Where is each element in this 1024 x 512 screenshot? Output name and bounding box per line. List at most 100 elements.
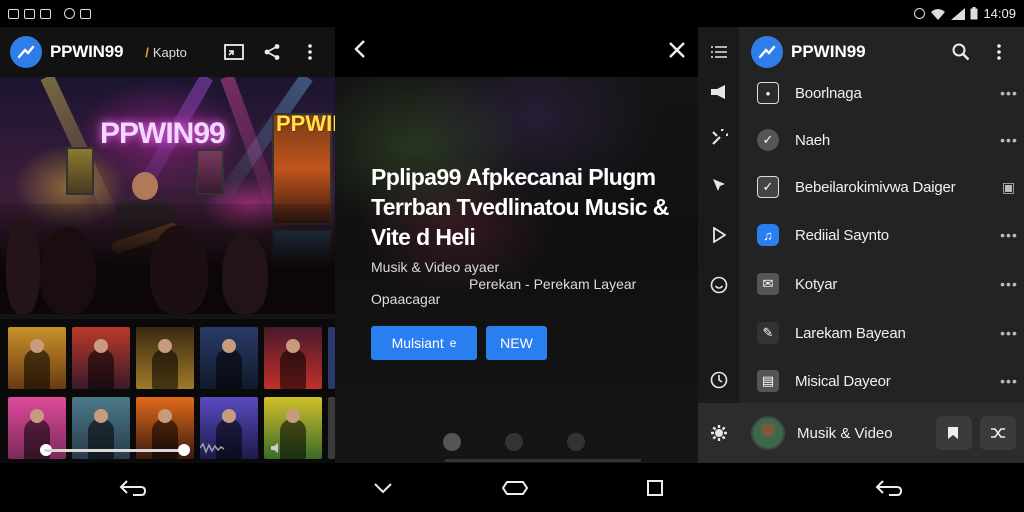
close-icon[interactable] xyxy=(668,39,686,65)
pencil-icon: ✎ xyxy=(757,322,779,344)
primary-action-icon: e xyxy=(449,336,457,350)
menu-item[interactable]: ✉ Kotyar ••• xyxy=(739,262,1024,306)
menu-item[interactable]: • Boorlnaga ••• xyxy=(739,71,1024,115)
volume-icon[interactable] xyxy=(270,442,284,456)
poster-image xyxy=(196,149,224,195)
menu-item-label: Bebeilarokimivwa Daiger xyxy=(795,178,956,196)
menu-item[interactable]: ✓ Bebeilarokimivwa Daiger ▣ xyxy=(739,165,1024,209)
poster-image xyxy=(66,147,94,195)
more-vert-icon[interactable] xyxy=(984,37,1014,67)
left-app-bar: PPWIN99 /Kapto xyxy=(0,27,335,77)
item-more-icon[interactable]: ••• xyxy=(994,276,1024,292)
item-more-icon[interactable]: ••• xyxy=(994,132,1024,148)
promo-meta: Opaacagar xyxy=(371,291,441,307)
primary-action-label: Mulsiant xyxy=(391,335,444,351)
menu-item[interactable]: ▤ Misical Dayeor ••• xyxy=(739,359,1024,403)
now-playing-footer[interactable]: Musik & Video xyxy=(739,403,1024,463)
back-nav-icon[interactable] xyxy=(872,475,906,501)
crowd-head xyxy=(40,227,96,314)
megaphone-icon[interactable] xyxy=(706,79,732,105)
rail-settings-area xyxy=(698,403,739,463)
poster-text: PPWING xyxy=(276,111,335,136)
settings-icon[interactable] xyxy=(706,420,732,446)
battery-icon xyxy=(970,7,978,20)
menu-item[interactable]: ♫ Rediial Saynto ••• xyxy=(739,213,1024,257)
seek-end-knob[interactable] xyxy=(178,444,190,456)
menu-icon[interactable] xyxy=(706,39,732,65)
cursor-icon[interactable] xyxy=(706,172,732,198)
mini-player xyxy=(30,439,330,461)
shuffle-icon[interactable] xyxy=(980,416,1016,450)
add-to-playlist-icon[interactable] xyxy=(936,416,972,450)
menu-item[interactable]: ✎ Larekam Bayean ••• xyxy=(739,311,1024,355)
right-app-bar: PPWIN99 xyxy=(739,27,1024,77)
tools-icon[interactable] xyxy=(706,125,732,151)
status-time: 14:09 xyxy=(983,6,1016,21)
thumbnail[interactable] xyxy=(72,327,130,389)
cast-icon[interactable] xyxy=(219,37,249,67)
thumbnail[interactable] xyxy=(8,327,66,389)
wifi-icon xyxy=(931,8,946,20)
navigation-rail xyxy=(698,27,739,463)
news-icon: ▤ xyxy=(757,370,779,392)
thumbnail[interactable] xyxy=(264,327,322,389)
page-dot[interactable] xyxy=(567,433,585,451)
thumbnail[interactable] xyxy=(328,327,335,389)
back-icon[interactable] xyxy=(353,39,367,65)
system-navigation-bar xyxy=(0,463,1024,512)
headline-line: Pplipa99 Afpkecanai Plugm xyxy=(371,164,656,190)
status-right-icons: 14:09 xyxy=(914,6,1016,21)
menu-item-label: Boorlnaga xyxy=(795,84,862,102)
bookmark-icon: • xyxy=(757,82,779,104)
primary-action-button[interactable]: Mulsiant e xyxy=(371,326,477,360)
app-subtitle-text: Kapto xyxy=(152,44,187,60)
item-more-icon[interactable]: ••• xyxy=(994,85,1024,101)
music-note-icon: ♫ xyxy=(757,224,779,246)
new-button[interactable]: NEW xyxy=(486,326,547,360)
divider xyxy=(445,459,641,462)
home-nav-icon[interactable] xyxy=(498,475,532,501)
back-nav-icon[interactable] xyxy=(116,475,150,501)
screen: 14:09 PPWIN99 /Kapto PPWIN99 PPWI Pplipa… xyxy=(0,0,1024,512)
promo-headline: Pplipa99 Afpkecanai Plugm Terrban Tvedli… xyxy=(371,162,681,252)
page-dot[interactable] xyxy=(505,433,523,451)
menu-item-label: Naeh xyxy=(795,131,831,149)
emoji-icon[interactable] xyxy=(706,272,732,298)
thumbnail[interactable] xyxy=(200,327,258,389)
clock-icon[interactable] xyxy=(706,367,732,393)
crowd-head xyxy=(222,233,268,314)
item-options-icon[interactable]: ▣ xyxy=(994,179,1024,196)
seek-track[interactable] xyxy=(44,449,184,452)
play-icon[interactable] xyxy=(706,222,732,248)
item-more-icon[interactable]: ••• xyxy=(994,325,1024,341)
check-icon: ✓ xyxy=(757,129,779,151)
stage-sign-text: PPWIN99 xyxy=(100,117,226,150)
hide-keyboard-icon[interactable] xyxy=(366,475,400,501)
app-title: PPWIN99 xyxy=(50,42,124,61)
avatar xyxy=(751,416,785,450)
app-title: PPWIN99 xyxy=(791,42,866,61)
headline-line: Terrban Tvedlinatou Music & xyxy=(371,194,669,220)
status-left-icons xyxy=(8,8,91,19)
status-bar: 14:09 xyxy=(0,0,1024,27)
promo-meta: Perekan - Perekam Layear xyxy=(469,276,637,292)
crowd-head xyxy=(6,217,40,314)
concert-hero-image: PPWIN99 PPWING xyxy=(0,77,335,314)
item-more-icon[interactable]: ••• xyxy=(994,227,1024,243)
app-subtitle: / Kapto xyxy=(145,44,187,60)
right-panel: PPWIN99 • Boorlnaga ••• ✓ Naeh ••• ✓ Beb… xyxy=(698,27,1024,463)
middle-panel: Pplipa99 Afpkecanai Plugm Terrban Tvedli… xyxy=(335,27,698,463)
notification-icon xyxy=(8,8,19,19)
search-icon[interactable] xyxy=(946,37,976,67)
notification-icon xyxy=(80,8,91,19)
app-logo-icon xyxy=(751,36,783,68)
item-more-icon[interactable]: ••• xyxy=(994,373,1024,389)
mail-icon: ✉ xyxy=(757,273,779,295)
share-icon[interactable] xyxy=(257,37,287,67)
alarm-icon xyxy=(914,8,926,19)
menu-item[interactable]: ✓ Naeh ••• xyxy=(739,118,1024,162)
thumbnail[interactable] xyxy=(136,327,194,389)
page-dot[interactable] xyxy=(443,433,461,451)
recents-nav-icon[interactable] xyxy=(638,475,672,501)
more-vert-icon[interactable] xyxy=(295,37,325,67)
